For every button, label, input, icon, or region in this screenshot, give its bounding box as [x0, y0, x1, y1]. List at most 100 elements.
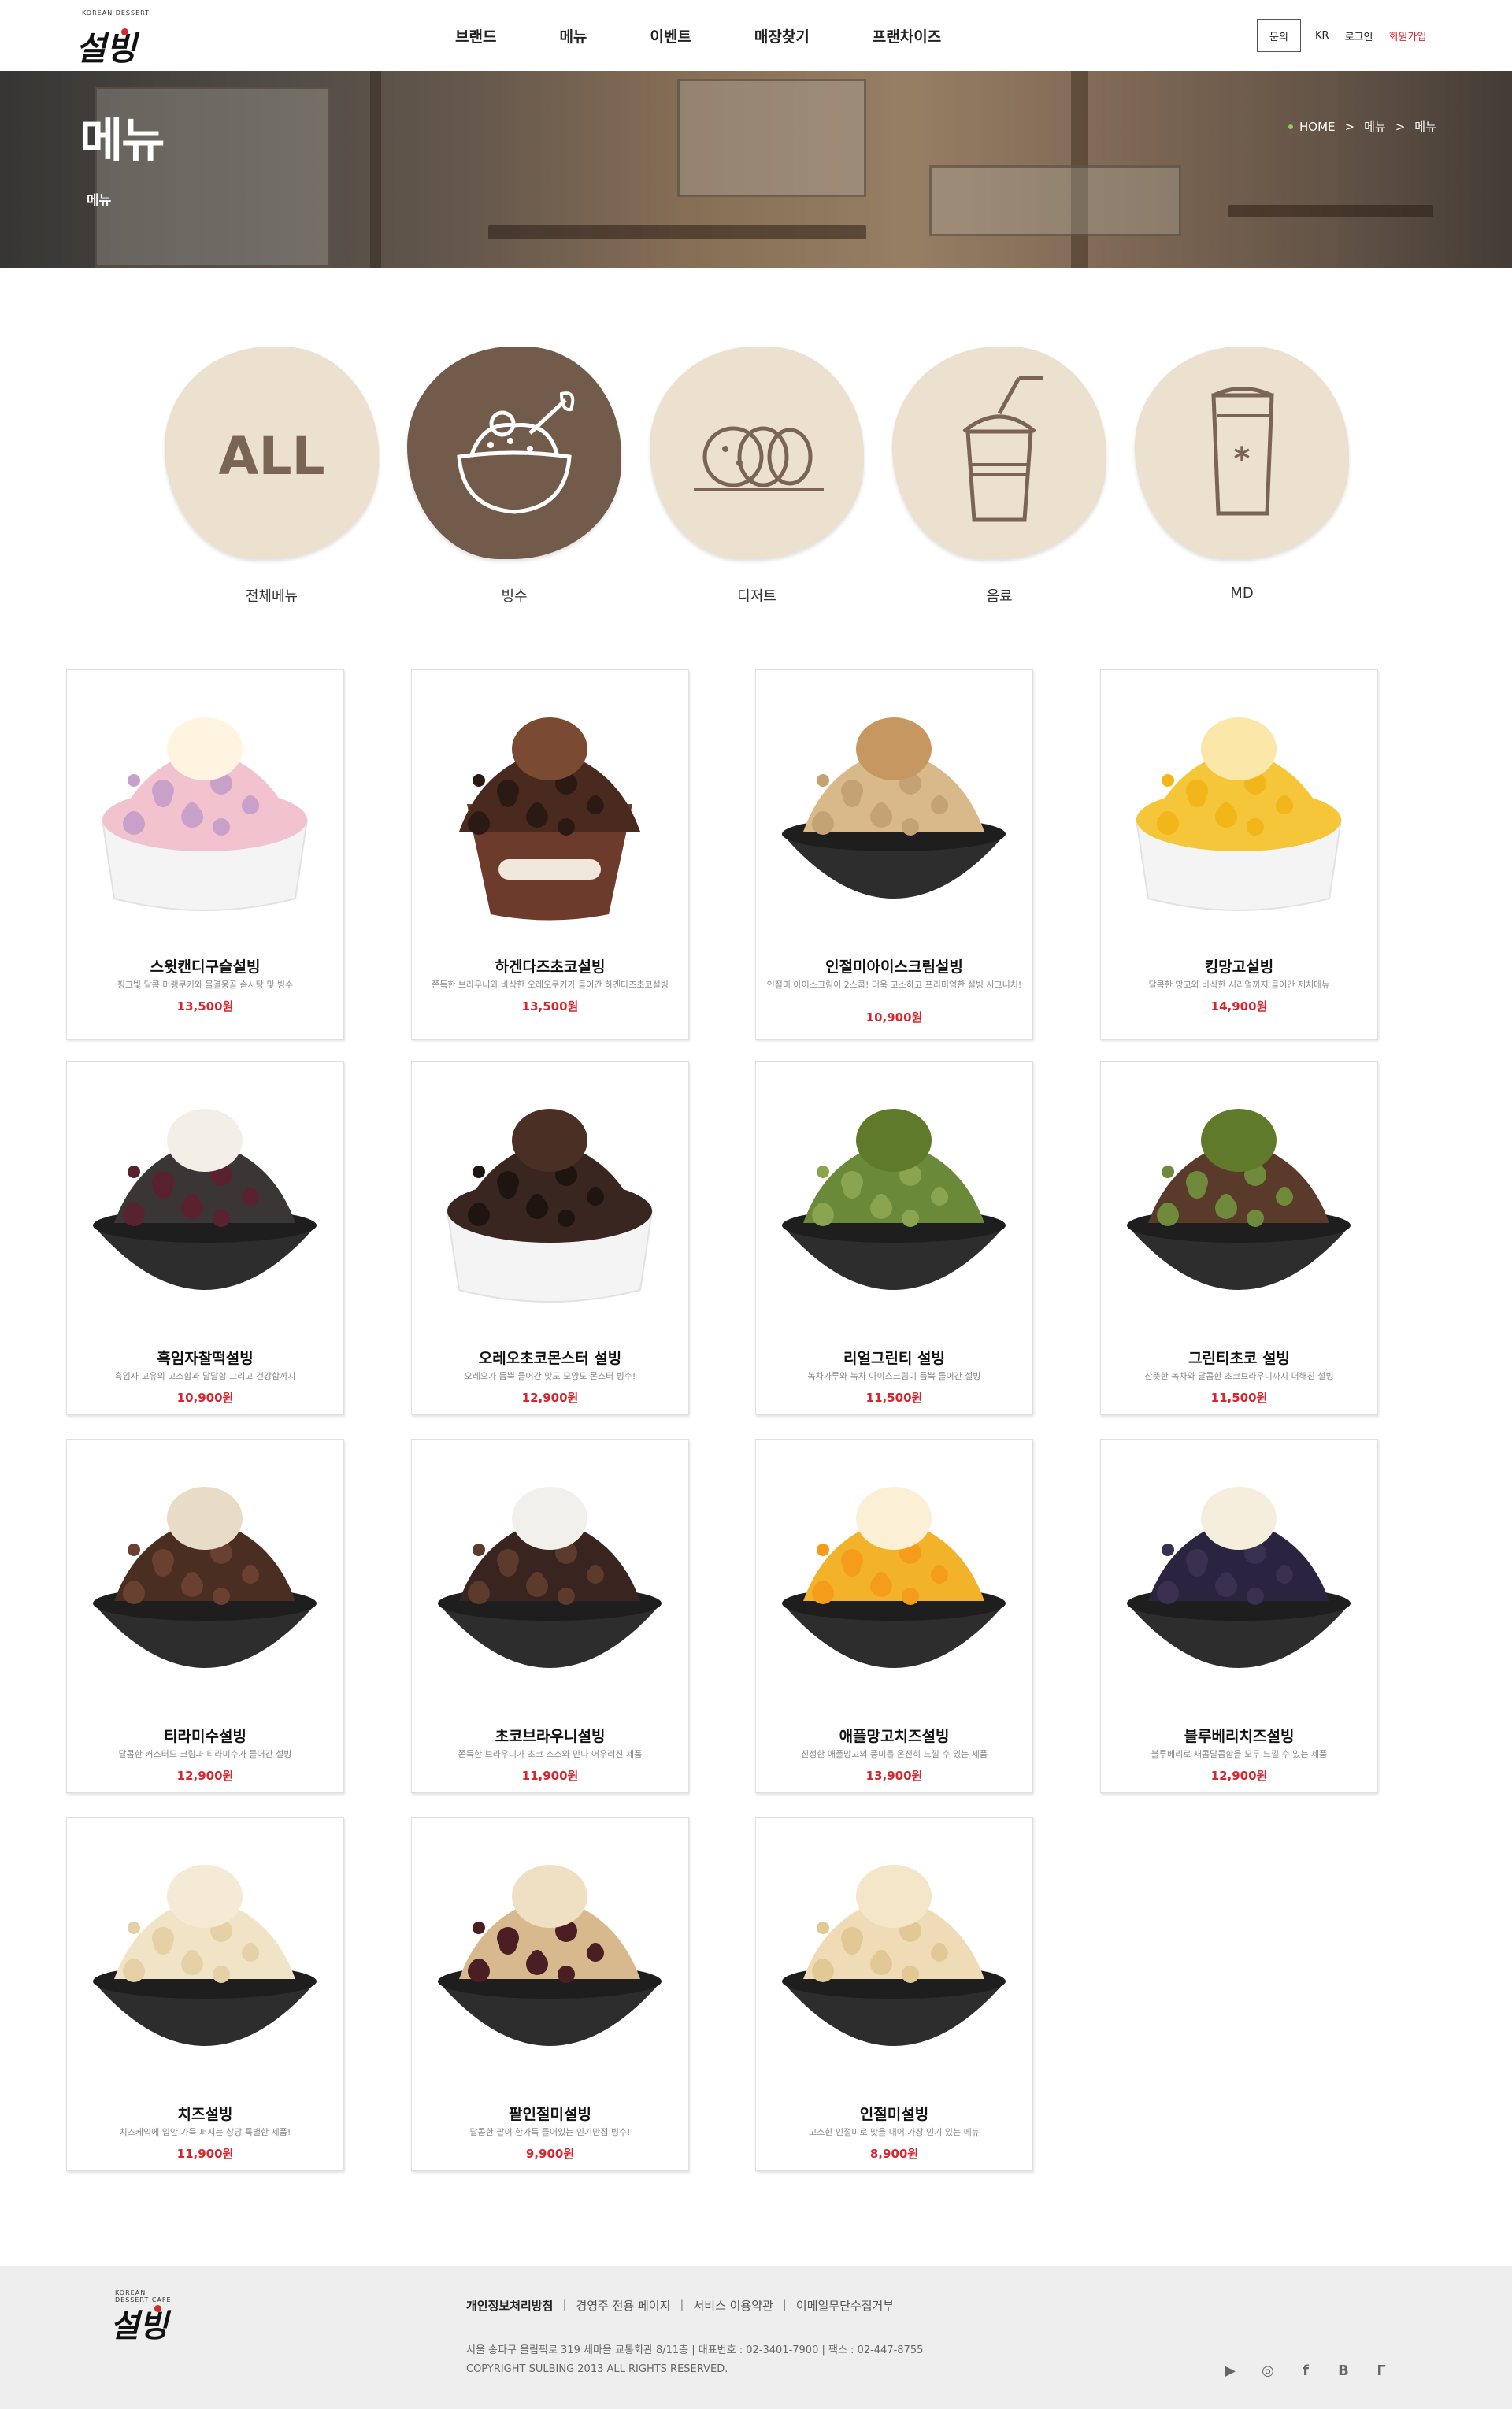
- product-card[interactable]: 그린티초코 설빙 산뜻한 녹차와 달콤한 초코브라우니까지 더해진 설빙 11,50…: [1100, 1061, 1378, 1415]
- kakao-story-icon[interactable]: ᒥ: [1370, 2360, 1392, 2381]
- product-name: 치즈설빙: [177, 2106, 233, 2123]
- product-price: 14,900원: [1210, 999, 1268, 1014]
- product-card[interactable]: 스윗캔디구슬설빙 핑크빛 달콤 머랭쿠키와 물결웅골 솜사탕 및 빙수 13,500…: [66, 669, 344, 1040]
- injeolmi-bingsu-image: [782, 1865, 1006, 2046]
- breadcrumb-menu[interactable]: 메뉴: [1364, 118, 1386, 135]
- sulbing-logo[interactable]: KOREAN DESSERT 설빙: [76, 9, 151, 68]
- nav-store-finder[interactable]: 매장찾기: [754, 25, 810, 46]
- nav-event[interactable]: 이벤트: [650, 25, 691, 46]
- category-label: 빙수: [501, 588, 528, 605]
- product-description: 쫀득한 브라우니가 초코 소스와 만나 어우러진 제품: [458, 1749, 643, 1759]
- product-card[interactable]: 리얼그린티 설빙 녹차가루와 녹차 아이스크림이 듬뿍 들어간 설빙 11,500원: [755, 1061, 1033, 1415]
- category-dessert[interactable]: 디저트: [647, 339, 867, 614]
- product-description: 진정한 애플망고의 풍미를 온전히 느낄 수 있는 제품: [801, 1749, 988, 1759]
- product-card[interactable]: 오레오초코몬스터 설빙 오레오가 듬뿍 들어간 맛도 모양도 몬스터 빙수! 12,…: [411, 1061, 689, 1415]
- breadcrumb: HOME > 메뉴 > 메뉴: [1288, 118, 1436, 135]
- login-link[interactable]: 로그인: [1345, 28, 1373, 43]
- product-card[interactable]: 킹망고설빙 달콤한 망고와 바삭한 시리얼까지 들어간 제처메뉴 14,900원: [1100, 669, 1378, 1040]
- logo-red-dot: [121, 28, 128, 35]
- product-card[interactable]: 하겐다즈초코설빙쫀득한 브라우니와 바삭한 오레오쿠키가 들어간 하겐다즈초코설…: [411, 669, 689, 1040]
- category-bingsu[interactable]: 빙수: [404, 339, 624, 614]
- product-card[interactable]: 인절미설빙 고소한 인절미로 맛을 내어 가장 인기 있는 메뉴 8,900원: [755, 1817, 1033, 2171]
- product-description: 핑크빛 달콤 머랭쿠키와 물결웅골 솜사탕 및 빙수: [117, 980, 294, 990]
- product-card[interactable]: 애플망고치즈설빙진정한 애플망고의 풍미를 온전히 느낄 수 있는 제품 13,9…: [755, 1439, 1033, 1793]
- product-name: 인절미설빙: [859, 2106, 929, 2123]
- footer-logo[interactable]: KOREAN DESSERT CAFE 설빙: [110, 2289, 181, 2344]
- product-name: 인절미아이스크림설빙: [825, 958, 963, 976]
- owner-page-link[interactable]: 경영주 전용 페이지: [576, 2297, 670, 2314]
- privacy-policy-link[interactable]: 개인정보처리방침: [466, 2297, 553, 2314]
- product-card[interactable]: 팥인절미설빙 달콤한 팥이 한가득 들어있는 인기만점 빙수! 9,900원: [411, 1817, 689, 2171]
- all-icon: ALL: [218, 426, 324, 487]
- footer-copyright: COPYRIGHT SULBING 2013 ALL RIGHTS RESERV…: [466, 2363, 728, 2375]
- product-card[interactable]: 치즈설빙치즈케익에 입안 가득 퍼지는 상당 특별한 제품! 11,900원: [66, 1817, 344, 2171]
- product-description: 산뜻한 녹차와 달콤한 초코브라우니까지 더해진 설빙: [1144, 1371, 1334, 1381]
- choco-brownie-bingsu-image: [438, 1487, 662, 1668]
- product-name: 초코브라우니설빙: [495, 1728, 606, 1745]
- breadcrumb-home[interactable]: HOME: [1299, 120, 1336, 134]
- nav-franchise[interactable]: 프랜차이즈: [873, 25, 941, 46]
- footer-address: 서울 송파구 올림픽로 319 세마을 교통회관 8/11층 | 대표번호 : …: [466, 2344, 924, 2356]
- product-name: 킹망고설빙: [1204, 958, 1274, 976]
- product-name: 블루베리치즈설빙: [1184, 1728, 1295, 1745]
- category-drink[interactable]: 음료: [889, 339, 1110, 614]
- product-price: 11,500원: [865, 1391, 923, 1405]
- nav-menu[interactable]: 메뉴: [559, 25, 587, 46]
- cheese-bingsu-image: [93, 1865, 317, 2046]
- instagram-icon[interactable]: ◎: [1257, 2360, 1279, 2381]
- product-price: 13,900원: [865, 1769, 923, 1783]
- product-price: 12,900원: [1210, 1769, 1268, 1783]
- category-label: 전체메뉴: [245, 588, 298, 605]
- category-tabs: ALL 전체메뉴 빙수 디저트 음료 * MD: [0, 339, 1512, 614]
- product-description: 달콤한 커스터드 크림과 티라미수가 들어간 설빙: [118, 1749, 292, 1759]
- greentea-choco-bingsu-image: [1127, 1109, 1351, 1290]
- product-description: 치즈케익에 입안 가득 퍼지는 상당 특별한 제품!: [119, 2127, 291, 2137]
- join-link[interactable]: 회원가입: [1388, 28, 1426, 43]
- inquiry-button[interactable]: 문의: [1257, 19, 1301, 52]
- footer-links: 개인정보처리방침 | 경영주 전용 페이지 | 서비스 이용약관 | 이메일무단…: [466, 2297, 894, 2314]
- product-card[interactable]: 블루베리치즈설빙 블루베리로 새콤달콤함을 모두 느낄 수 있는 제품 12,900…: [1100, 1439, 1378, 1793]
- category-md[interactable]: * MD: [1132, 339, 1352, 614]
- product-name: 리얼그린티 설빙: [843, 1350, 945, 1367]
- product-name: 오레오초코몬스터 설빙: [478, 1350, 622, 1367]
- product-name: 티라미수설빙: [164, 1728, 246, 1745]
- breadcrumb-dot: [1288, 124, 1293, 129]
- footer-link-divider: |: [680, 2297, 684, 2311]
- product-name: 애플망고치즈설빙: [839, 1728, 950, 1745]
- facebook-icon[interactable]: f: [1295, 2360, 1317, 2381]
- utility-menu: 문의 KR 로그인 회원가입: [1257, 19, 1426, 52]
- product-card[interactable]: 흑임자찰떡설빙 흑임자 고유의 고소함과 달달함 그리고 건강함까지 10,900원: [66, 1061, 344, 1415]
- product-price: 11,900원: [176, 2147, 234, 2161]
- haagendazs-choco-bingsu-image: [459, 717, 640, 921]
- product-description: 쫀득한 브라우니와 바삭한 오레오쿠키가 들어간 하겐다즈초코설빙: [432, 980, 669, 990]
- page-subtitle: 메뉴: [87, 193, 112, 209]
- footer-link-divider: |: [782, 2297, 787, 2311]
- product-card[interactable]: 초코브라우니설빙 쫀득한 브라우니가 초코 소스와 만나 어우러진 제품 11,90…: [411, 1439, 689, 1793]
- language-link[interactable]: KR: [1315, 30, 1329, 42]
- md-tumbler-icon: *: [1211, 387, 1274, 516]
- tiramisu-bingsu-image: [93, 1487, 317, 1668]
- product-card[interactable]: 인절미아이스크림설빙 인절미 아이스크림이 2스쿱! 더욱 고소하고 프리미엄한 …: [755, 669, 1033, 1040]
- category-all[interactable]: ALL 전체메뉴: [161, 339, 382, 614]
- email-refusal-link[interactable]: 이메일무단수집거부: [796, 2297, 894, 2314]
- product-price: 12,900원: [521, 1391, 579, 1405]
- rice-cake-icon: [694, 426, 824, 491]
- product-price: 13,500원: [521, 999, 579, 1014]
- product-price: 10,900원: [176, 1391, 234, 1405]
- product-name: 스윗캔디구슬설빙: [150, 958, 261, 976]
- sns-links: ▶ ◎ f B ᒥ: [1219, 2360, 1408, 2381]
- nav-brand[interactable]: 브랜드: [455, 25, 496, 46]
- candy-bingsu-image: [101, 717, 309, 911]
- king-mango-bingsu-image: [1135, 717, 1343, 911]
- product-name: 하겐다즈초코설빙: [495, 958, 606, 976]
- product-price: 11,500원: [1210, 1391, 1268, 1405]
- breadcrumb-separator: >: [1344, 119, 1355, 134]
- terms-link[interactable]: 서비스 이용약관: [693, 2297, 773, 2314]
- product-card[interactable]: 티라미수설빙 달콤한 커스터드 크림과 티라미수가 들어간 설빙 12,900원: [66, 1439, 344, 1793]
- logo-subtitle: KOREAN DESSERT: [82, 9, 150, 17]
- youtube-icon[interactable]: ▶: [1219, 2360, 1241, 2381]
- drink-cup-icon: [962, 376, 1043, 522]
- product-description: 흑임자 고유의 고소함과 달달함 그리고 건강함까지: [114, 1371, 296, 1381]
- product-description: 달콤한 팥이 한가득 들어있는 인기만점 빙수!: [469, 2127, 631, 2137]
- blog-icon[interactable]: B: [1332, 2360, 1354, 2381]
